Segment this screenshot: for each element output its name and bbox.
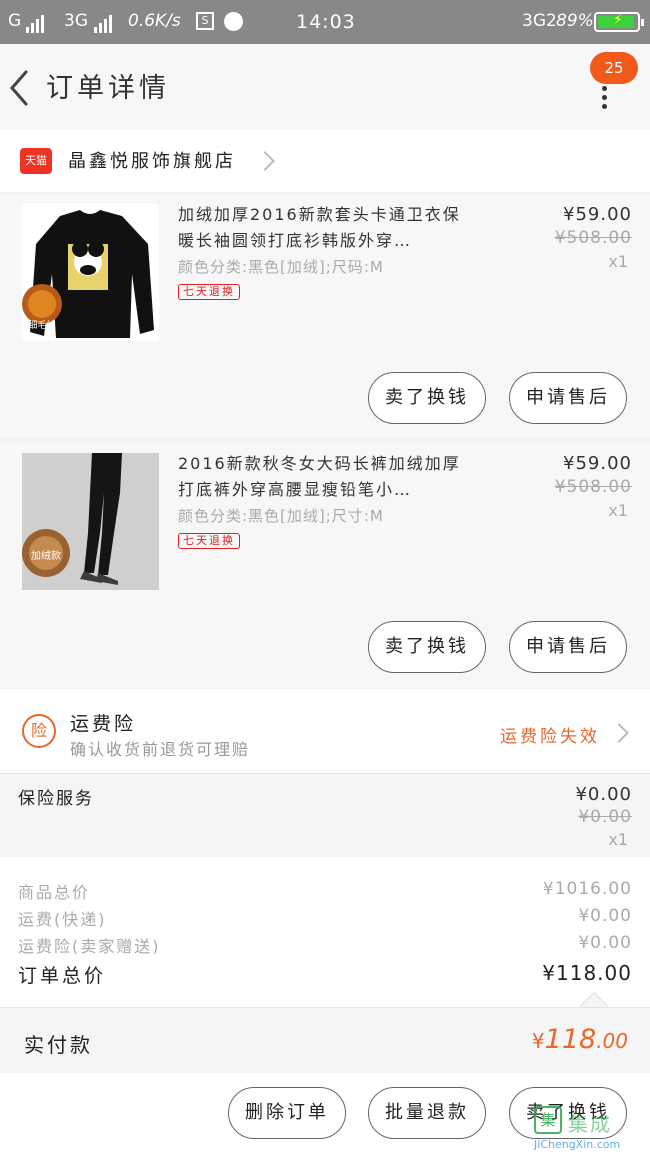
notification-badge[interactable]: 25 (590, 52, 638, 84)
product-1-sku: 颜色分类:黑色[加绒];尺码:M (178, 258, 384, 276)
shop-chevron-right-icon (255, 151, 275, 171)
product-2-price: ¥59.00 (563, 453, 632, 474)
insurance-service-quantity: x1 (608, 830, 628, 849)
network-speed: 0.6K/s (128, 11, 181, 31)
freight-insurance-subtitle: 确认收货前退货可理赔 (70, 740, 251, 759)
actual-payment-label: 实付款 (24, 1033, 93, 1057)
actual-payment-amount: ¥118.00 (532, 1024, 628, 1055)
shipping-label: 运费(快递) (18, 910, 107, 929)
product-2-sku: 颜色分类:黑色[加绒];尺寸:M (178, 507, 384, 525)
order-total-label: 订单总价 (18, 965, 107, 987)
product-1-quantity: x1 (608, 252, 628, 271)
insurance-service-label: 保险服务 (18, 789, 94, 809)
shop-name: 晶鑫悦服饰旗舰店 (68, 151, 236, 172)
amount-integer: 118 (544, 1024, 597, 1055)
actual-payment-row: 实付款 ¥118.00 (0, 1007, 650, 1073)
clock: 14:03 (296, 11, 356, 33)
freight-insurance-status: 运费险失效 (500, 727, 600, 747)
shop-row[interactable]: 天猫 晶鑫悦服饰旗舰店 (0, 130, 650, 192)
leggings-image (22, 453, 159, 590)
tmall-icon: 天猫 (20, 148, 52, 174)
insurance-service-price: ¥0.00 (575, 784, 632, 805)
product-1-thumbnail[interactable]: 细毛绒 (22, 204, 159, 341)
app-header: 订单详情 25 (0, 44, 650, 130)
product-1-return-tag: 七天退换 (178, 284, 240, 300)
product-1-title[interactable]: 加绒加厚2016新款套头卡通卫衣保暖长袖圆领打底衫韩版外穿… (178, 202, 478, 254)
amount-decimal: .00 (596, 1029, 628, 1053)
product-2-thumbnail[interactable]: 加绒款 (22, 453, 159, 590)
insurance-service-original-price: ¥0.00 (578, 807, 632, 827)
status-bar: G 3G 0.6K/s S 14:03 3G2 89% ⚡ (0, 0, 650, 44)
more-menu-icon[interactable] (602, 86, 608, 109)
network-type: 3G2 (522, 11, 557, 31)
product-1-sell-button[interactable]: 卖了换钱 (368, 372, 486, 424)
battery-icon: ⚡ (594, 12, 644, 32)
shipping-value: ¥0.00 (578, 906, 632, 926)
carrier-2-label: 3G (64, 11, 88, 31)
page-title: 订单详情 (46, 73, 170, 104)
signal-icon-2 (94, 13, 114, 33)
product-card-1[interactable]: 细毛绒 加绒加厚2016新款套头卡通卫衣保暖长袖圆领打底衫韩版外穿… 颜色分类:… (0, 194, 650, 438)
product-2-thumb-badge: 加绒款 (31, 551, 61, 562)
insurance-chevron-right-icon (609, 723, 629, 743)
delete-order-button[interactable]: 删除订单 (228, 1087, 346, 1139)
product-1-price: ¥59.00 (563, 204, 632, 225)
product-2-after-sale-button[interactable]: 申请售后 (509, 621, 627, 673)
carrier-1-label: G (8, 11, 22, 31)
product-1-after-sale-button[interactable]: 申请售后 (509, 372, 627, 424)
product-1-original-price: ¥508.00 (554, 228, 632, 248)
freight-insurance-fee-label: 运费险(卖家赠送) (18, 937, 161, 956)
s-app-icon: S (196, 12, 214, 30)
product-2-quantity: x1 (608, 501, 628, 520)
order-total-value: ¥118.00 (542, 961, 632, 985)
subtotal-value: ¥1016.00 (542, 879, 632, 899)
battery-percent: 89% (556, 11, 594, 31)
product-2-sell-button[interactable]: 卖了换钱 (368, 621, 486, 673)
app-notification-icon (224, 12, 243, 31)
product-2-original-price: ¥508.00 (554, 477, 632, 497)
subtotal-label: 商品总价 (18, 883, 91, 902)
product-card-2[interactable]: 加绒款 2016新款秋冬女大码长裤加绒加厚打底裤外穿高腰显瘦铅笔小… 颜色分类:… (0, 443, 650, 688)
currency-symbol: ¥ (531, 1029, 545, 1053)
product-1-thumb-badge: 细毛绒 (28, 321, 56, 331)
watermark-logo-icon: 集 (534, 1106, 562, 1134)
watermark-url: JiChengXin.com (534, 1138, 621, 1151)
product-2-title[interactable]: 2016新款秋冬女大码长裤加绒加厚打底裤外穿高腰显瘦铅笔小… (178, 451, 478, 503)
freight-insurance-fee-value: ¥0.00 (578, 933, 632, 953)
back-arrow-icon[interactable] (6, 68, 38, 108)
freight-insurance-title: 运费险 (70, 713, 137, 735)
product-2-return-tag: 七天退换 (178, 533, 240, 549)
insurance-shield-icon: 险 (22, 714, 56, 748)
site-watermark: 集 集成 JiChengXin.com (528, 1102, 650, 1155)
order-totals: 商品总价 ¥1016.00 运费(快递) ¥0.00 运费险(卖家赠送) ¥0.… (0, 857, 650, 1007)
freight-insurance-row[interactable]: 险 运费险 确认收货前退货可理赔 运费险失效 (0, 689, 650, 773)
signal-icon-1 (26, 13, 46, 33)
batch-refund-button[interactable]: 批量退款 (368, 1087, 486, 1139)
insurance-service-row: 保险服务 ¥0.00 ¥0.00 x1 (0, 773, 650, 857)
watermark-cn-text: 集成 (568, 1112, 612, 1136)
